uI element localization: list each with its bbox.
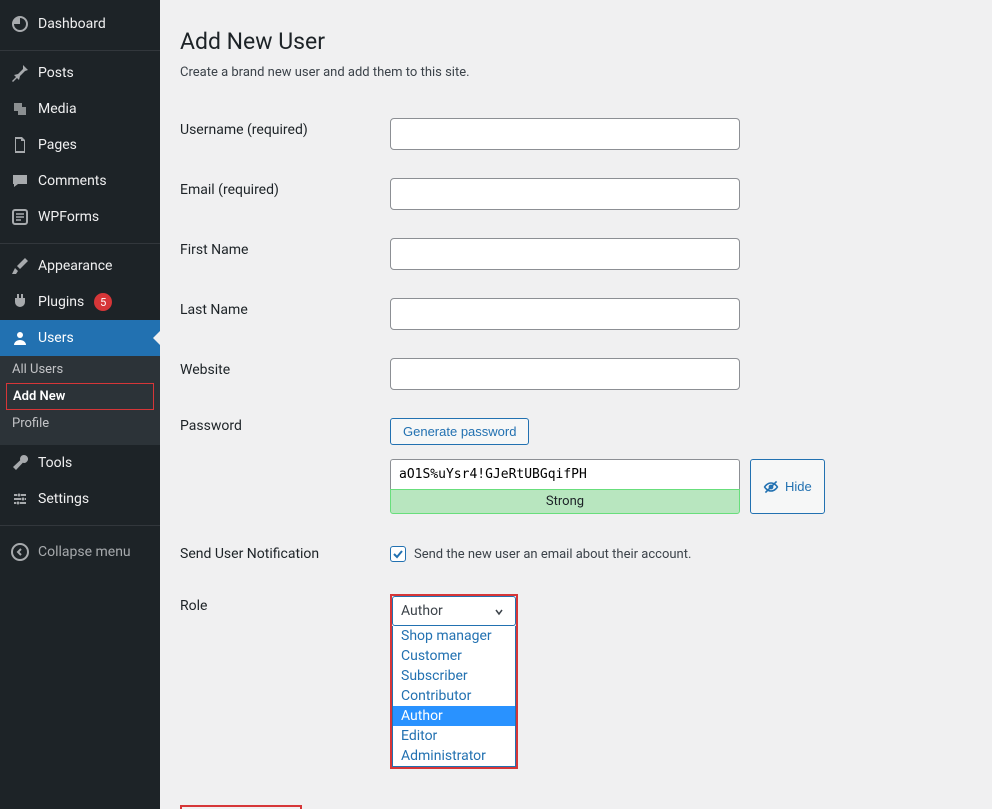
password-label: Password [180, 404, 390, 528]
sidebar-item-appearance[interactable]: Appearance [0, 248, 160, 284]
sidebar-item-tools[interactable]: Tools [0, 445, 160, 481]
sidebar-item-media[interactable]: Media [0, 91, 160, 127]
hide-password-button[interactable]: Hide [750, 459, 825, 514]
role-option-editor[interactable]: Editor [393, 726, 515, 746]
website-input[interactable] [390, 358, 740, 390]
role-select[interactable]: Author [392, 596, 516, 626]
sidebar-item-label: Users [38, 330, 74, 346]
eye-off-icon [763, 479, 779, 495]
sidebar-item-pages[interactable]: Pages [0, 127, 160, 163]
role-option-contributor[interactable]: Contributor [393, 686, 515, 706]
page-description: Create a brand new user and add them to … [180, 65, 972, 80]
wrench-icon [10, 453, 30, 473]
sidebar-item-users[interactable]: Users [0, 320, 160, 356]
settings-icon [10, 489, 30, 509]
user-icon [10, 328, 30, 348]
sidebar-item-posts[interactable]: Posts [0, 55, 160, 91]
role-option-subscriber[interactable]: Subscriber [393, 666, 515, 686]
role-option-customer[interactable]: Customer [393, 646, 515, 666]
firstname-input[interactable] [390, 238, 740, 270]
sidebar-item-wpforms[interactable]: WPForms [0, 199, 160, 235]
email-label: Email (required) [180, 164, 390, 224]
form-icon [10, 207, 30, 227]
password-strength: Strong [390, 489, 740, 514]
notify-label: Send User Notification [180, 528, 390, 580]
sidebar-item-label: Tools [38, 455, 72, 471]
collapse-icon [10, 542, 30, 562]
sidebar-item-label: Dashboard [38, 16, 106, 32]
sidebar-item-label: Media [38, 101, 77, 117]
firstname-label: First Name [180, 224, 390, 284]
website-label: Website [180, 344, 390, 404]
chevron-down-icon [493, 606, 505, 618]
page-icon [10, 135, 30, 155]
username-label: Username (required) [180, 104, 390, 164]
users-submenu: All Users Add New Profile [0, 356, 160, 445]
collapse-menu[interactable]: Collapse menu [0, 534, 160, 570]
role-option-administrator[interactable]: Administrator [393, 746, 515, 766]
notify-checkbox[interactable] [390, 546, 406, 562]
role-select-wrap: Author Shop manager Customer Subscriber … [390, 594, 518, 769]
sidebar-item-label: WPForms [38, 209, 99, 225]
notify-text: Send the new user an email about their a… [414, 547, 691, 562]
generate-password-button[interactable]: Generate password [390, 418, 529, 445]
sidebar-item-label: Settings [38, 491, 89, 507]
submenu-item-add-new[interactable]: Add New [6, 383, 154, 410]
role-label: Role [180, 580, 390, 783]
sidebar-item-dashboard[interactable]: Dashboard [0, 6, 160, 42]
comment-icon [10, 171, 30, 191]
role-option-author[interactable]: Author [393, 706, 515, 726]
lastname-label: Last Name [180, 284, 390, 344]
pin-icon [10, 63, 30, 83]
lastname-input[interactable] [390, 298, 740, 330]
password-input[interactable] [390, 459, 740, 489]
sidebar-item-label: Comments [38, 173, 107, 189]
sidebar-item-plugins[interactable]: Plugins 5 [0, 284, 160, 320]
update-badge: 5 [94, 293, 112, 311]
dashboard-icon [10, 14, 30, 34]
sidebar-item-label: Appearance [38, 258, 112, 274]
role-dropdown: Shop manager Customer Subscriber Contrib… [392, 626, 516, 767]
sidebar-item-comments[interactable]: Comments [0, 163, 160, 199]
brush-icon [10, 256, 30, 276]
notify-checkbox-wrap[interactable]: Send the new user an email about their a… [390, 546, 972, 562]
sidebar-item-label: Posts [38, 65, 74, 81]
submenu-item-profile[interactable]: Profile [0, 410, 160, 437]
sidebar-item-settings[interactable]: Settings [0, 481, 160, 517]
username-input[interactable] [390, 118, 740, 150]
sidebar-item-label: Plugins [38, 294, 84, 310]
admin-sidebar: Dashboard Posts Media Pages Comments WPF… [0, 0, 160, 809]
plugin-icon [10, 292, 30, 312]
email-input[interactable] [390, 178, 740, 210]
collapse-label: Collapse menu [38, 544, 131, 560]
main-content: Add New User Create a brand new user and… [160, 0, 992, 809]
sidebar-item-label: Pages [38, 137, 77, 153]
media-icon [10, 99, 30, 119]
page-title: Add New User [180, 28, 972, 55]
submenu-item-all-users[interactable]: All Users [0, 356, 160, 383]
role-option-shop-manager[interactable]: Shop manager [393, 626, 515, 646]
